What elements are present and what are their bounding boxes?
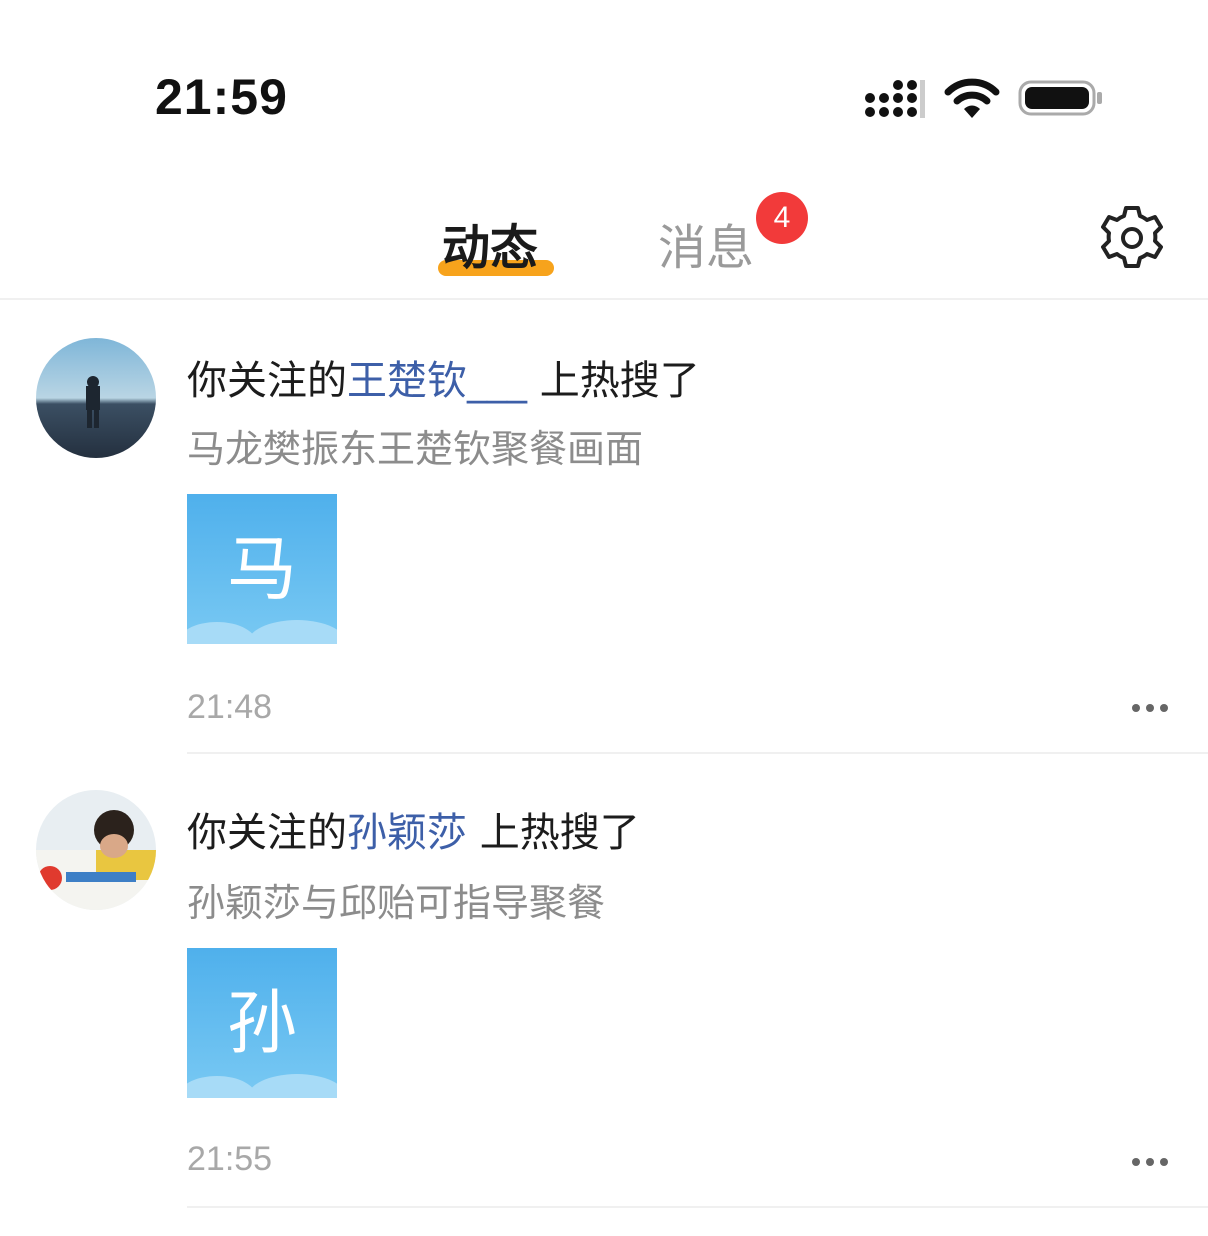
feed-headline: 你关注的孙颖莎 上热搜了 [187,800,640,858]
followed-user-link[interactable]: 王楚钦___ [347,358,527,404]
headline-prefix: 你关注的 [187,810,347,856]
headline-suffix: 上热搜了 [527,358,700,404]
feed-divider [187,752,1208,754]
avatar-image [36,338,156,458]
followed-user-link[interactable]: 孙颖莎 [347,810,467,856]
avatar-image [36,790,156,910]
thumbnail-char: 马 [227,528,297,610]
more-options-icon[interactable] [1130,1156,1170,1168]
avatar[interactable] [36,338,156,458]
feed-timestamp: 21:48 [187,688,273,726]
feed-subtitle: 马龙樊振东王楚钦聚餐画面 [187,427,644,471]
avatar[interactable] [36,790,156,910]
feed-divider [187,1206,1208,1208]
headline-prefix: 你关注的 [187,358,347,404]
battery-icon [1018,80,1102,116]
tab-dynamic[interactable]: 动态 [442,208,538,278]
feed-headline: 你关注的王楚钦___ 上热搜了 [187,348,700,406]
thumbnail-char: 孙 [227,982,297,1064]
gear-icon[interactable] [1098,204,1166,272]
status-bar: 21:59 [0,0,1208,180]
status-time: 21:59 [155,69,288,125]
feed-timestamp: 21:55 [187,1140,273,1178]
feed-item[interactable]: 你关注的孙颖莎 上热搜了 孙颖莎与邱贻可指导聚餐 孙 21:55 [0,756,1208,1212]
wifi-icon [944,78,1000,118]
tab-bar: 动态 消息 4 [0,180,1208,300]
tab-messages[interactable]: 消息 [658,208,754,278]
more-options-icon[interactable] [1130,702,1170,714]
feed-subtitle: 孙颖莎与邱贻可指导聚餐 [187,881,606,925]
signal-icon [865,80,925,118]
message-badge: 4 [756,192,808,244]
feed-thumbnail[interactable]: 孙 [187,948,337,1098]
headline-suffix: 上热搜了 [467,810,640,856]
feed-item[interactable]: 你关注的王楚钦___ 上热搜了 马龙樊振东王楚钦聚餐画面 马 21:48 [0,300,1208,756]
feed-thumbnail[interactable]: 马 [187,494,337,644]
